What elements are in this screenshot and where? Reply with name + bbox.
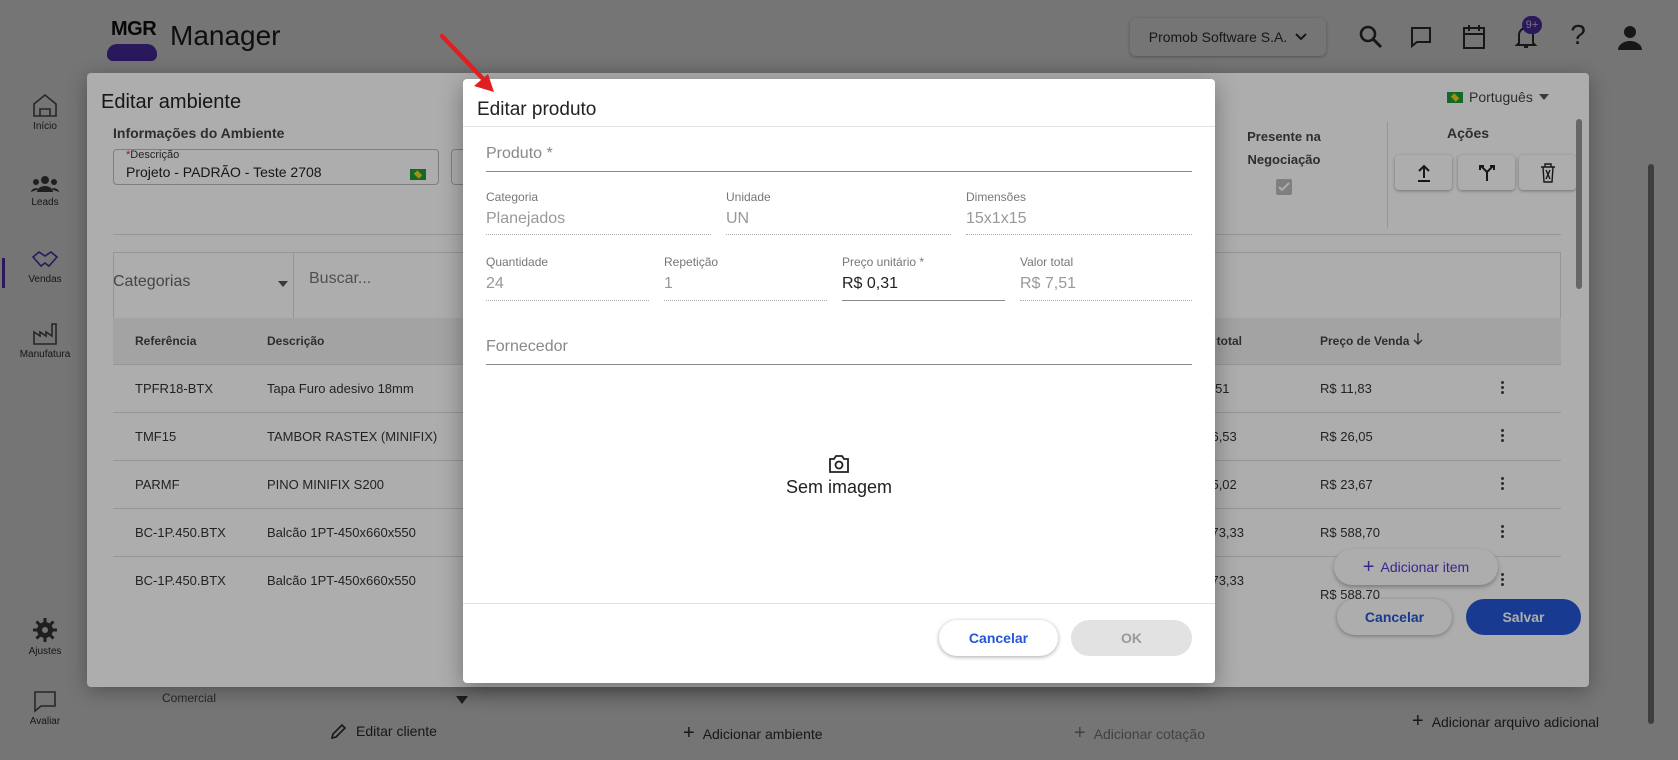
quantidade-label: Quantidade xyxy=(486,255,549,269)
produto-field[interactable]: Produto * xyxy=(486,145,1192,169)
field-underline xyxy=(1020,300,1192,301)
dialog-title: Editar produto xyxy=(477,99,597,120)
image-placeholder: Sem imagem xyxy=(463,455,1215,498)
repeticao-value: 1 xyxy=(664,275,673,292)
fornecedor-field[interactable]: Fornecedor xyxy=(486,338,1192,362)
dimensoes-value: 15x1x15 xyxy=(966,210,1027,227)
fornecedor-label: Fornecedor xyxy=(486,338,568,355)
field-underline xyxy=(966,234,1192,235)
ok-button[interactable]: OK xyxy=(1071,620,1192,656)
field-underline xyxy=(486,364,1192,365)
editar-produto-dialog: Editar produto Produto * Categoria Plane… xyxy=(463,79,1215,683)
annotation-arrow-icon xyxy=(439,33,494,92)
field-underline xyxy=(726,234,951,235)
field-underline xyxy=(486,234,711,235)
quantidade-value: 24 xyxy=(486,275,504,292)
unidade-value: UN xyxy=(726,210,750,227)
camera-icon xyxy=(829,455,849,473)
divider xyxy=(463,126,1215,127)
produto-underline xyxy=(486,171,1192,172)
valor-total-label: Valor total xyxy=(1020,255,1074,269)
unidade-label: Unidade xyxy=(726,190,771,204)
field-underline xyxy=(486,300,649,301)
categoria-label: Categoria xyxy=(486,190,539,204)
preco-label: Preço unitário * xyxy=(842,255,925,269)
preco-value: R$ 0,31 xyxy=(842,275,899,292)
cancel-button[interactable]: Cancelar xyxy=(939,620,1058,656)
sem-imagem-label: Sem imagem xyxy=(785,477,893,497)
categoria-value: Planejados xyxy=(486,210,566,227)
field-underline xyxy=(842,300,1005,301)
valor-total-value: R$ 7,51 xyxy=(1020,275,1077,292)
preco-unitario-field[interactable]: Preço unitário * R$ 0,31 xyxy=(842,253,1005,301)
divider xyxy=(463,603,1215,604)
repeticao-label: Repetição xyxy=(664,255,719,269)
dimensoes-label: Dimensões xyxy=(966,190,1027,204)
produto-label: Produto * xyxy=(486,145,553,162)
field-underline xyxy=(664,300,827,301)
